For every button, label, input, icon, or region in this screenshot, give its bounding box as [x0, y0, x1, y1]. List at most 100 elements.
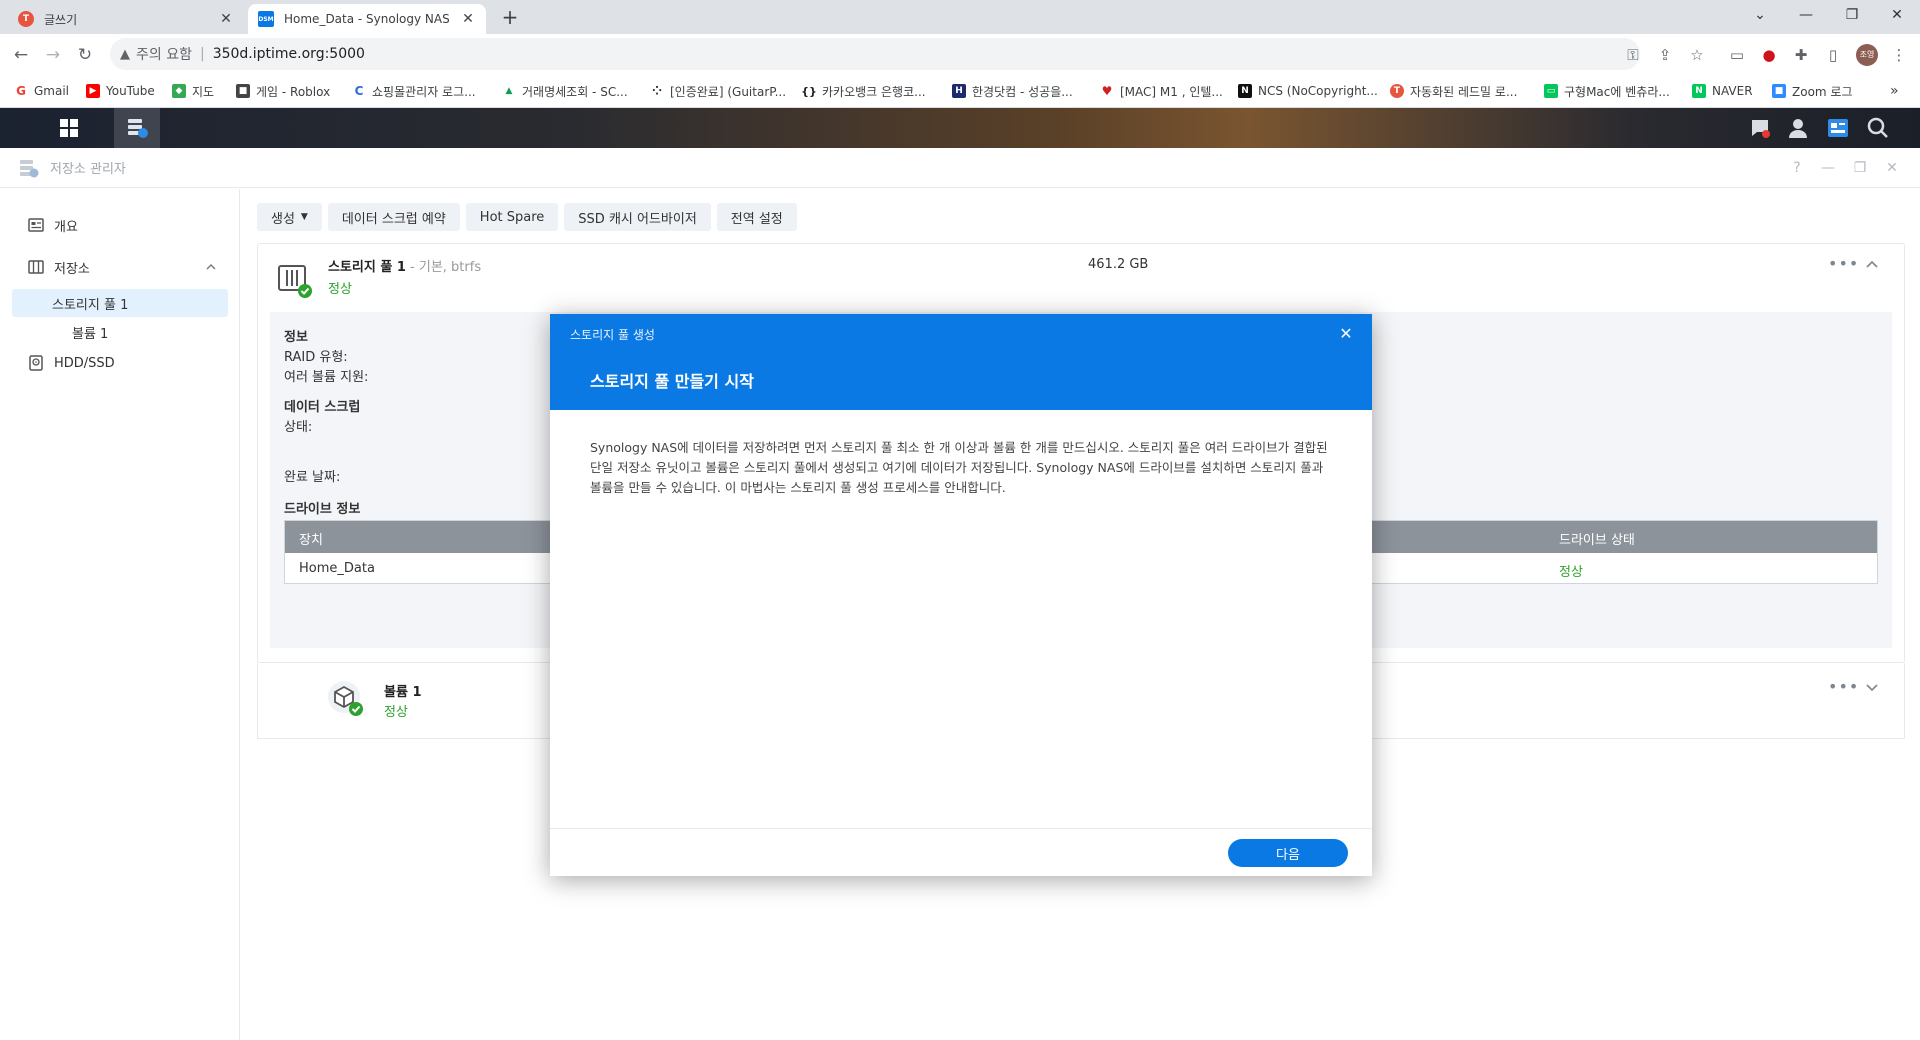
close-window-icon[interactable]: ✕ [1874, 0, 1920, 30]
ssd-advisor-button[interactable]: SSD 캐시 어드바이저 [564, 203, 711, 231]
schedule-scrub-button[interactable]: 데이터 스크럽 예약 [327, 203, 460, 231]
bookmark-zoom[interactable]: ■ Zoom 로그 [1772, 82, 1853, 100]
column-drive-status: 드라이브 상태 [1559, 533, 1635, 548]
extensions-icon[interactable]: ✚ [1790, 44, 1812, 66]
tab-close-icon[interactable]: ✕ [218, 11, 234, 27]
bookmark-shopadmin[interactable]: C 쇼핑몰관리자 로그... [352, 82, 476, 100]
pool-name: 스토리지 풀 1 [328, 260, 406, 275]
gmail-icon: G [14, 84, 28, 98]
bookmark-label: 거래명세조회 - SC... [522, 84, 628, 99]
bookmark-maps[interactable]: ◆ 지도 [172, 82, 214, 100]
more-bookmarks-icon[interactable]: » [1890, 82, 1899, 100]
security-label[interactable]: 주의 요함 [136, 44, 192, 64]
chevron-up-icon[interactable] [1864, 256, 1880, 272]
row-device: Home_Data [299, 561, 375, 576]
new-tab-button[interactable]: + [498, 6, 522, 30]
roblox-icon: ■ [236, 84, 250, 98]
sidebar-item-storage[interactable]: 저장소 [12, 253, 228, 281]
url-text[interactable]: 350d.iptime.org:5000 [213, 46, 365, 62]
sidebar-item-overview[interactable]: 개요 [12, 211, 228, 239]
app-maximize-icon[interactable]: ❐ [1850, 158, 1870, 178]
maps-icon: ◆ [172, 84, 186, 98]
close-icon[interactable]: ✕ [1336, 324, 1356, 344]
bookmark-hankyung[interactable]: H 한경닷컴 - 성공을... [952, 82, 1073, 100]
sidepanel-icon[interactable]: ▯ [1822, 44, 1844, 66]
completed-date-label: 완료 날짜: [284, 470, 341, 485]
star-icon[interactable]: ☆ [1686, 44, 1708, 66]
bookmark-roblox[interactable]: ■ 게임 - Roblox [236, 82, 330, 100]
bookmark-kakaobank[interactable]: {} 카카오뱅크 은행코... [801, 82, 926, 100]
create-button[interactable]: 생성 ▼ [257, 203, 322, 231]
bookmark-label: 지도 [192, 84, 215, 99]
dots-icon: ⁘ [650, 84, 664, 98]
menu-icon[interactable]: ⋮ [1888, 44, 1910, 66]
tab-synology[interactable]: DSM Home_Data - Synology NAS ✕ [248, 4, 486, 34]
bookmark-ventura[interactable]: ▭ 구형Mac에 벤츄라... [1544, 82, 1670, 100]
bookmark-naver[interactable]: N NAVER [1692, 82, 1753, 100]
key-icon[interactable]: ⚿ [1622, 44, 1644, 66]
main-menu-icon[interactable] [46, 108, 92, 148]
dsm-favicon-icon: DSM [258, 11, 274, 27]
youtube-icon: ▶ [86, 84, 100, 98]
next-button[interactable]: 다음 [1228, 839, 1348, 867]
chevron-up-icon[interactable] [206, 262, 216, 272]
chevron-down-icon[interactable] [1864, 679, 1880, 695]
user-icon[interactable] [1786, 116, 1810, 140]
opera-extension-icon[interactable]: ● [1758, 44, 1780, 66]
pool-status: 정상 [328, 282, 352, 297]
tab-close-icon[interactable]: ✕ [460, 11, 476, 27]
sidebar-item-storage-pool-1[interactable]: 스토리지 풀 1 [12, 289, 228, 317]
more-options-icon[interactable]: ••• [1828, 679, 1858, 695]
bookmark-label: NCS (NoCopyright... [1258, 84, 1378, 98]
bookmark-label: [MAC] M1 , 인텔... [1120, 84, 1223, 99]
bookmark-guitar[interactable]: ⁘ [인증완료] (GuitarP... [650, 82, 786, 100]
app-close-icon[interactable]: ✕ [1882, 158, 1902, 178]
address-bar[interactable]: ▲ 주의 요함 | 350d.iptime.org:5000 [110, 38, 1640, 70]
storage-manager-taskbar-icon[interactable] [114, 108, 160, 148]
bookmark-invoice[interactable]: ▲ 거래명세조회 - SC... [502, 82, 628, 100]
restore-icon[interactable]: ❐ [1829, 0, 1875, 30]
bookmark-youtube[interactable]: ▶ YouTube [86, 82, 155, 100]
tab-writing[interactable]: T 글쓰기 ✕ [8, 4, 244, 34]
share-icon[interactable]: ⇪ [1654, 44, 1676, 66]
browser-tabstrip: T 글쓰기 ✕ DSM Home_Data - Synology NAS ✕ +… [0, 0, 1920, 34]
storage-pool-header[interactable]: 스토리지 풀 1 - 기본, btrfs 정상 461.2 GB ••• [258, 244, 1904, 312]
bookmark-label: [인증완료] (GuitarP... [670, 84, 787, 99]
widgets-icon[interactable] [1826, 116, 1850, 140]
hot-spare-button[interactable]: Hot Spare [465, 203, 559, 231]
warning-icon[interactable]: ▲ [120, 47, 130, 62]
tab-search-icon[interactable]: ⌄ [1737, 0, 1783, 30]
scrub-status-label: 상태: [284, 420, 313, 435]
dialog-footer: 다음 [550, 828, 1372, 876]
bookmark-gmail[interactable]: G Gmail [14, 82, 69, 100]
sidebar-item-hdd-ssd[interactable]: HDD/SSD [12, 349, 228, 377]
ncs-icon: N [1238, 84, 1252, 98]
browser-toolbar: ← → ↻ ▲ 주의 요함 | 350d.iptime.org:5000 ⚿ ⇪… [0, 34, 1920, 74]
profile-avatar[interactable]: 조영 [1856, 44, 1878, 66]
storage-pool-title: 스토리지 풀 1 - 기본, btrfs [328, 256, 481, 275]
more-options-icon[interactable]: ••• [1828, 256, 1858, 272]
search-icon[interactable] [1866, 116, 1890, 140]
app-minimize-icon[interactable]: — [1818, 158, 1838, 178]
sidebar-item-volume-1[interactable]: 볼륨 1 [12, 318, 228, 346]
cast-icon[interactable]: ▭ [1726, 44, 1748, 66]
drive-info-heading: 드라이브 정보 [284, 502, 361, 517]
bookmark-treadmill[interactable]: T 자동화된 레드밀 로... [1390, 82, 1517, 100]
reload-icon[interactable]: ↻ [72, 42, 98, 68]
minimize-icon[interactable]: — [1783, 0, 1829, 30]
back-icon[interactable]: ← [8, 42, 34, 68]
bookmark-mac[interactable]: ♥ [MAC] M1 , 인텔... [1100, 82, 1223, 100]
bookmark-label: 게임 - Roblox [256, 84, 331, 99]
bookmark-label: Gmail [34, 84, 70, 98]
bookmark-label: 카카오뱅크 은행코... [822, 84, 926, 99]
caret-down-icon: ▼ [300, 212, 308, 222]
storage-icon [28, 260, 44, 274]
bookmark-label: 쇼핑몰관리자 로그... [372, 84, 476, 99]
notification-icon[interactable] [1748, 116, 1772, 140]
cafe24-icon: C [352, 84, 366, 98]
forward-icon[interactable]: → [40, 42, 66, 68]
help-icon[interactable]: ? [1787, 158, 1807, 178]
global-settings-button[interactable]: 전역 설정 [716, 203, 797, 231]
tab-title: 글쓰기 [44, 12, 78, 27]
bookmark-ncs[interactable]: N NCS (NoCopyright... [1238, 82, 1378, 100]
